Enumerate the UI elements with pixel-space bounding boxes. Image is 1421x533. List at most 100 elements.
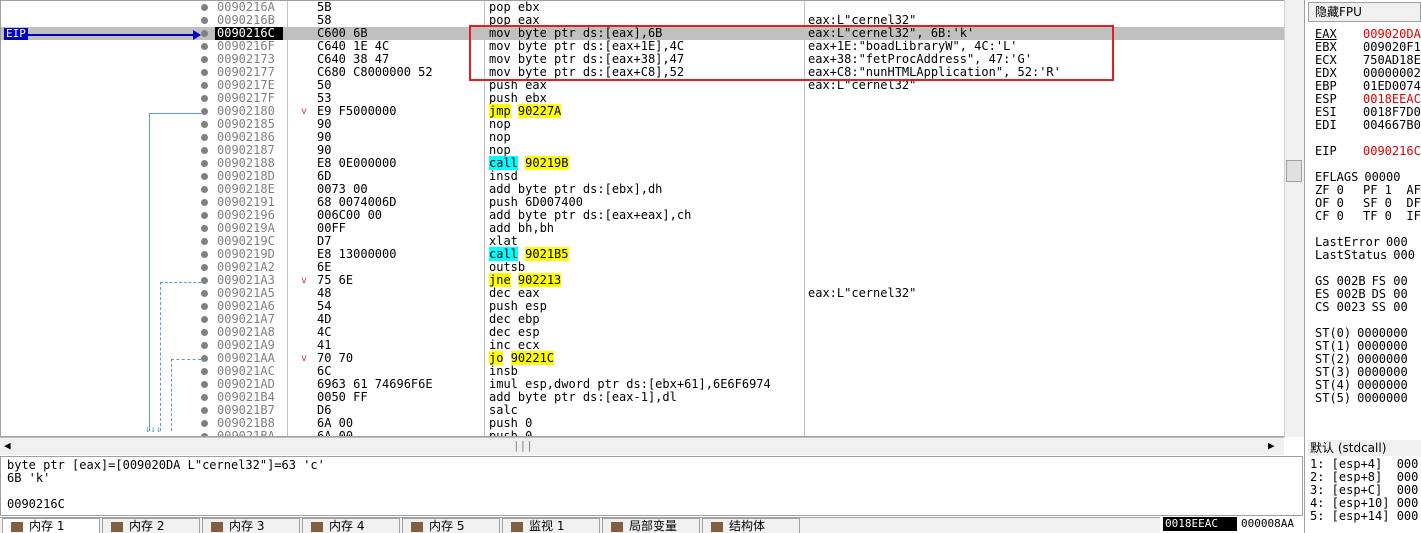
disasm-row[interactable]: 009021A3 v 75 6E jne 902213	[1, 273, 1285, 287]
disasm-row[interactable]: 0090219A 00FF add bh,bh	[1, 222, 1285, 235]
calling-convention-select[interactable]: 默认 (stdcall)	[1308, 440, 1421, 456]
disassembly-horizontal-scrollbar[interactable]: ◀ ||| ▶	[0, 437, 1284, 455]
jump-line	[149, 113, 201, 114]
tab-2[interactable]: 内存 3	[202, 518, 300, 533]
breakpoint-dot-icon[interactable]	[201, 69, 208, 76]
breakpoint-dot-icon[interactable]	[201, 134, 208, 141]
jump-line	[171, 359, 172, 431]
instruction-bytes: 48	[317, 286, 332, 300]
breakpoint-dot-icon[interactable]	[201, 186, 208, 193]
disasm-row[interactable]: 0090218E 0073 00 add byte ptr ds:[ebx],dh	[1, 183, 1285, 196]
instruction-bytes: 90	[317, 117, 332, 131]
breakpoint-dot-icon[interactable]	[201, 212, 208, 219]
breakpoint-dot-icon[interactable]	[201, 381, 208, 388]
breakpoint-dot-icon[interactable]	[201, 121, 208, 128]
register-row[interactable]: CS 0023 SS 00	[1315, 301, 1408, 314]
breakpoint-dot-icon[interactable]	[201, 329, 208, 336]
breakpoint-dot-icon[interactable]	[201, 368, 208, 375]
disasm-row[interactable]: 0090216A 5B pop ebx	[1, 1, 1285, 14]
breakpoint-dot-icon[interactable]	[201, 394, 208, 401]
instruction-bytes: 5B	[317, 0, 332, 14]
breakpoint-dot-icon[interactable]	[201, 420, 208, 427]
breakpoint-dot-icon[interactable]	[201, 30, 208, 37]
register-row[interactable]: EDI 004667B0	[1315, 119, 1421, 132]
scrollbar-thumb[interactable]	[1286, 160, 1302, 182]
disassembly-vertical-scrollbar[interactable]	[1284, 0, 1304, 437]
breakpoint-dot-icon[interactable]	[201, 264, 208, 271]
tab-0[interactable]: 内存 1	[2, 518, 100, 533]
disasm-row[interactable]: 009021A8 4C dec esp	[1, 326, 1285, 339]
register-value: 00000002	[1363, 66, 1421, 80]
breakpoint-dot-icon[interactable]	[201, 56, 208, 63]
tab-icon	[111, 521, 123, 532]
breakpoint-dot-icon[interactable]	[201, 290, 208, 297]
breakpoint-dot-icon[interactable]	[201, 407, 208, 414]
disasm-row[interactable]: 00902180 v E9 F5000000 jmp 90227A	[1, 104, 1285, 118]
disasm-row[interactable]: 009021B4 0050 FF add byte ptr ds:[eax-1],d…	[1, 391, 1285, 404]
breakpoint-dot-icon[interactable]	[201, 316, 208, 323]
breakpoint-dot-icon[interactable]	[201, 277, 208, 284]
disasm-row[interactable]: 009021B8 6A 00 push 0	[1, 417, 1285, 430]
disasm-row[interactable]: 00902196 006C00 00 add byte ptr ds:[eax+ea…	[1, 209, 1285, 222]
tab-4[interactable]: 内存 5	[402, 518, 500, 533]
disasm-row[interactable]: 00902187 90 nop	[1, 144, 1285, 157]
instruction-part: jmp	[489, 104, 511, 118]
breakpoint-dot-icon[interactable]	[201, 251, 208, 258]
breakpoint-dot-icon[interactable]	[201, 108, 208, 115]
breakpoint-dot-icon[interactable]	[201, 95, 208, 102]
disasm-row[interactable]: 009021A7 4D dec ebp	[1, 313, 1285, 326]
tab-6[interactable]: 局部变量	[602, 518, 700, 533]
instruction-text: call 90219B	[489, 156, 809, 170]
instruction-part	[511, 104, 518, 118]
disasm-row[interactable]: 009021BA 6A 00 push 0	[1, 429, 1285, 437]
stack-address[interactable]: 0018EEAC	[1163, 517, 1237, 531]
breakpoint-dot-icon[interactable]	[201, 238, 208, 245]
breakpoint-dot-icon[interactable]	[201, 173, 208, 180]
register-row[interactable]: EIP 0090216C	[1315, 145, 1421, 158]
register-row[interactable]: CF 0 TF 0 IF	[1315, 210, 1421, 223]
register-name: LastStatus	[1315, 248, 1388, 262]
breakpoint-dot-icon[interactable]	[201, 147, 208, 154]
disasm-row[interactable]: 009021B7 D6 salc	[1, 404, 1285, 417]
tab-icon	[411, 521, 423, 532]
register-row[interactable]: LastStatus 000	[1315, 249, 1415, 262]
breakpoint-dot-icon[interactable]	[201, 342, 208, 349]
register-value: 750AD18E	[1363, 53, 1421, 67]
scroll-right-icon[interactable]: ▶	[1268, 439, 1275, 452]
breakpoint-dot-icon[interactable]	[201, 43, 208, 50]
breakpoint-dot-icon[interactable]	[201, 355, 208, 362]
tab-7[interactable]: 结构体	[702, 518, 800, 533]
disasm-row[interactable]: 0090219D E8 13000000 call 9021B5	[1, 247, 1285, 261]
disasm-row[interactable]: 009021A6 54 push esp	[1, 300, 1285, 313]
breakpoint-dot-icon[interactable]	[201, 225, 208, 232]
disasm-row[interactable]: 0090219C D7 xlat	[1, 235, 1285, 248]
disassembly-pane[interactable]: 0090216A 5B pop ebx 0090216B 58 pop eax eax:L"…	[0, 0, 1290, 437]
tab-5[interactable]: 监视 1	[502, 518, 600, 533]
disasm-row[interactable]: 00902185 90 nop	[1, 118, 1285, 131]
scroll-left-icon[interactable]: ◀	[4, 439, 11, 452]
instruction-bytes: 75 6E	[317, 273, 354, 287]
breakpoint-dot-icon[interactable]	[201, 82, 208, 89]
disasm-row[interactable]: 009021A2 6E outsb	[1, 261, 1285, 274]
register-value: 0000000	[1357, 378, 1408, 392]
tab-1[interactable]: 内存 2	[102, 518, 200, 533]
disasm-row[interactable]: 00902188 E8 0E000000 call 90219B	[1, 156, 1285, 170]
breakpoint-dot-icon[interactable]	[201, 160, 208, 167]
register-row[interactable]: ST(5) 0000000	[1315, 392, 1408, 405]
register-value: 0018F7D0	[1363, 105, 1421, 119]
breakpoint-dot-icon[interactable]	[201, 17, 208, 24]
disasm-row[interactable]: 009021A5 48 dec eax eax:L"cernel32"	[1, 287, 1285, 300]
hide-fpu-button[interactable]: 隐藏FPU	[1308, 2, 1421, 22]
breakpoint-dot-icon[interactable]	[201, 4, 208, 11]
scroll-grip-icon[interactable]: |||	[513, 439, 533, 452]
register-value: 0000000	[1357, 352, 1408, 366]
disasm-row[interactable]: 0090217F 53 push ebx	[1, 92, 1285, 105]
instruction-address: 009021BA	[217, 429, 275, 437]
disasm-row[interactable]: 009021A9 41 inc ecx	[1, 339, 1285, 352]
instruction-part: push 0	[489, 416, 533, 430]
tab-3[interactable]: 内存 4	[302, 518, 400, 533]
breakpoint-dot-icon[interactable]	[201, 303, 208, 310]
stack-arg-row[interactable]: 5: [esp+14] 000	[1310, 510, 1418, 523]
breakpoint-dot-icon[interactable]	[201, 199, 208, 206]
disasm-row[interactable]: 00902186 90 nop	[1, 131, 1285, 144]
